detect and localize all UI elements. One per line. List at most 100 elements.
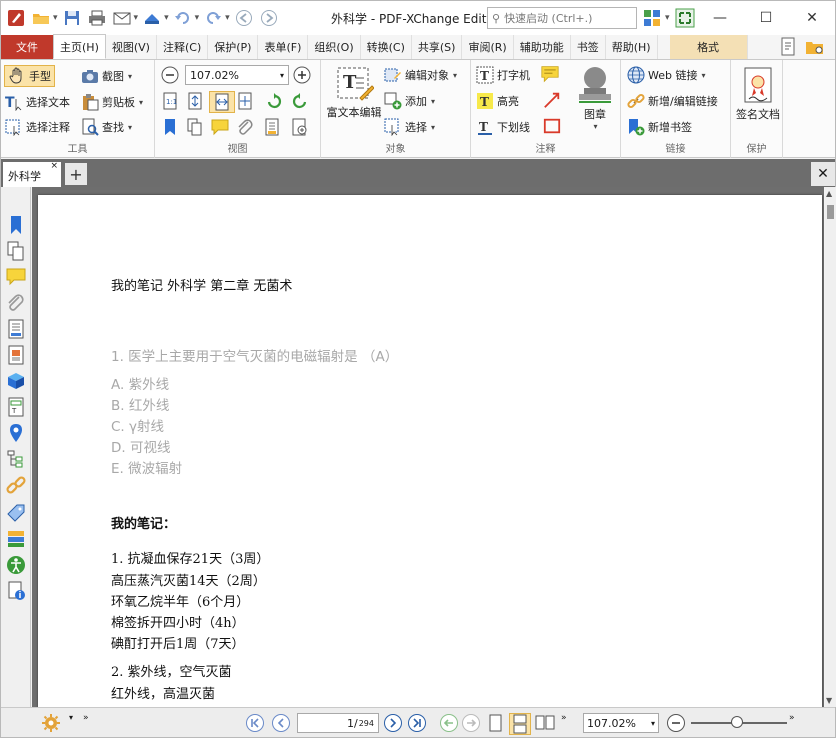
- tab-comment[interactable]: 注释(C): [157, 35, 209, 59]
- chevron-down-icon[interactable]: ▾: [69, 713, 73, 722]
- undo-icon[interactable]: [172, 7, 194, 29]
- tab-review[interactable]: 审阅(R): [462, 35, 514, 59]
- tab-form[interactable]: 表单(F): [258, 35, 309, 59]
- clipboard-button[interactable]: 剪贴板 ▾: [81, 93, 143, 111]
- hand-tool-button[interactable]: 手型: [4, 65, 55, 87]
- rich-text-edit-button[interactable]: T 富文本编辑: [323, 64, 385, 120]
- zoom-slider-knob[interactable]: [731, 716, 743, 728]
- stamp-button[interactable]: 图章 ▾: [571, 64, 619, 131]
- zoom-in-button[interactable]: [293, 66, 311, 84]
- arrow-tool-button[interactable]: [543, 91, 561, 109]
- scroll-thumb[interactable]: [827, 205, 834, 219]
- fit-page-button[interactable]: [186, 92, 204, 110]
- tab-share[interactable]: 共享(S): [412, 35, 463, 59]
- 3d-model-panel-icon[interactable]: [6, 371, 26, 391]
- fullscreen-icon[interactable]: [674, 7, 696, 29]
- fit-visible-button[interactable]: [236, 92, 254, 110]
- back-nav-icon[interactable]: [233, 7, 255, 29]
- find-button[interactable]: 查找 ▾: [81, 118, 132, 136]
- content-panel-icon[interactable]: [6, 345, 26, 365]
- chevron-down-icon[interactable]: ▾: [134, 13, 139, 23]
- highlight-button[interactable]: T 高亮: [476, 92, 519, 110]
- forward-nav-icon[interactable]: [258, 7, 280, 29]
- tab-format[interactable]: 格式: [669, 35, 748, 59]
- sign-document-button[interactable]: 签名文档: [733, 66, 783, 122]
- tags-panel-icon[interactable]: [6, 503, 26, 523]
- document-tab[interactable]: 外科学 ×: [3, 161, 61, 187]
- zoom-out-button[interactable]: [161, 66, 179, 84]
- add-object-button[interactable]: 添加 ▾: [384, 92, 435, 110]
- last-page-button[interactable]: [407, 713, 427, 733]
- rotate-left-button[interactable]: [265, 92, 283, 110]
- tab-view[interactable]: 视图(V): [106, 35, 157, 59]
- sticky-note-button[interactable]: [541, 65, 559, 83]
- vertical-scrollbar[interactable]: ▲ ▼: [825, 187, 836, 707]
- underline-button[interactable]: T 下划线: [476, 118, 530, 136]
- document-properties-icon[interactable]: [779, 37, 799, 57]
- attachments-panel-icon[interactable]: [6, 293, 26, 313]
- pages-panel-icon[interactable]: [6, 241, 26, 261]
- snapshot-button[interactable]: 截图 ▾: [81, 67, 132, 85]
- zoom-slider[interactable]: [691, 716, 787, 728]
- tab-home[interactable]: 主页(H): [53, 34, 106, 59]
- save-icon[interactable]: [61, 7, 83, 29]
- scroll-down-icon[interactable]: ▼: [826, 696, 832, 705]
- chevron-down-icon[interactable]: ▾: [53, 13, 58, 23]
- zoom-level-select[interactable]: 107.02% ▾: [185, 65, 289, 85]
- destinations-panel-icon[interactable]: [6, 423, 26, 443]
- facing-view-button[interactable]: [535, 713, 555, 733]
- next-page-button[interactable]: [383, 713, 403, 733]
- attachments-pane-button[interactable]: [236, 118, 254, 136]
- select-annotation-button[interactable]: 选择注释: [5, 118, 70, 136]
- tab-help[interactable]: 帮助(H): [606, 35, 658, 59]
- maximize-button[interactable]: ☐: [743, 1, 789, 35]
- chevron-down-icon[interactable]: ▾: [225, 13, 230, 23]
- reading-order-panel-icon[interactable]: [6, 529, 26, 549]
- web-links-button[interactable]: Web 链接 ▾: [627, 66, 706, 84]
- bookmarks-panel-icon[interactable]: [6, 215, 26, 235]
- close-tab-icon[interactable]: ×: [50, 161, 58, 171]
- close-button[interactable]: ✕: [789, 1, 835, 35]
- actual-size-button[interactable]: 1:1: [161, 92, 179, 110]
- tab-protect[interactable]: 保护(P): [208, 35, 259, 59]
- fields-panel-icon[interactable]: T: [6, 397, 26, 417]
- structure-panel-icon[interactable]: [6, 449, 26, 469]
- single-page-view-button[interactable]: [485, 713, 505, 733]
- info-panel-icon[interactable]: [6, 581, 26, 601]
- tab-file[interactable]: 文件: [1, 35, 53, 59]
- status-zoom-select[interactable]: 107.02% ▾: [583, 713, 659, 733]
- back-view-button[interactable]: [439, 713, 459, 733]
- first-page-button[interactable]: [245, 713, 265, 733]
- tab-accessibility[interactable]: 辅助功能: [514, 35, 571, 59]
- accessibility-panel-icon[interactable]: [6, 555, 26, 575]
- chevron-down-icon[interactable]: ▾: [665, 13, 670, 29]
- double-chevron-icon[interactable]: »: [789, 713, 795, 723]
- forward-view-button[interactable]: [461, 713, 481, 733]
- continuous-view-button[interactable]: [509, 713, 531, 735]
- bookmarks-pane-button[interactable]: [161, 118, 179, 136]
- quick-launch-search[interactable]: ⚲ 快速启动 (Ctrl+.): [487, 7, 637, 29]
- select-object-button[interactable]: 选择 ▾: [384, 118, 435, 136]
- app-logo-icon[interactable]: [5, 7, 27, 29]
- layers-panel-icon[interactable]: [6, 319, 26, 339]
- status-zoom-out-button[interactable]: [666, 713, 686, 733]
- add-bookmark-button[interactable]: 新增书签: [627, 118, 692, 136]
- settings-gear-icon[interactable]: [41, 713, 61, 733]
- previous-page-button[interactable]: [271, 713, 291, 733]
- layers-pane-button[interactable]: [263, 118, 281, 136]
- page-number-input[interactable]: 1/294: [297, 713, 379, 733]
- rectangle-tool-button[interactable]: [543, 117, 561, 135]
- rotate-right-button[interactable]: [291, 92, 309, 110]
- email-icon[interactable]: [111, 7, 133, 29]
- document-viewer[interactable]: 我的笔记 外科学 第二章 无菌术 1. 医学上主要用于空气灭菌的电磁辐射是 （A…: [32, 187, 824, 707]
- print-icon[interactable]: [86, 7, 108, 29]
- folder-settings-icon[interactable]: [805, 37, 825, 57]
- close-document-button[interactable]: ✕: [811, 162, 835, 186]
- comments-panel-icon[interactable]: [6, 267, 26, 287]
- new-tab-button[interactable]: +: [65, 163, 87, 185]
- fit-width-button[interactable]: [209, 91, 235, 113]
- redo-icon[interactable]: [202, 7, 224, 29]
- double-chevron-icon[interactable]: »: [83, 713, 89, 723]
- typewriter-button[interactable]: T 打字机: [476, 66, 530, 84]
- properties-pane-button[interactable]: [290, 118, 308, 136]
